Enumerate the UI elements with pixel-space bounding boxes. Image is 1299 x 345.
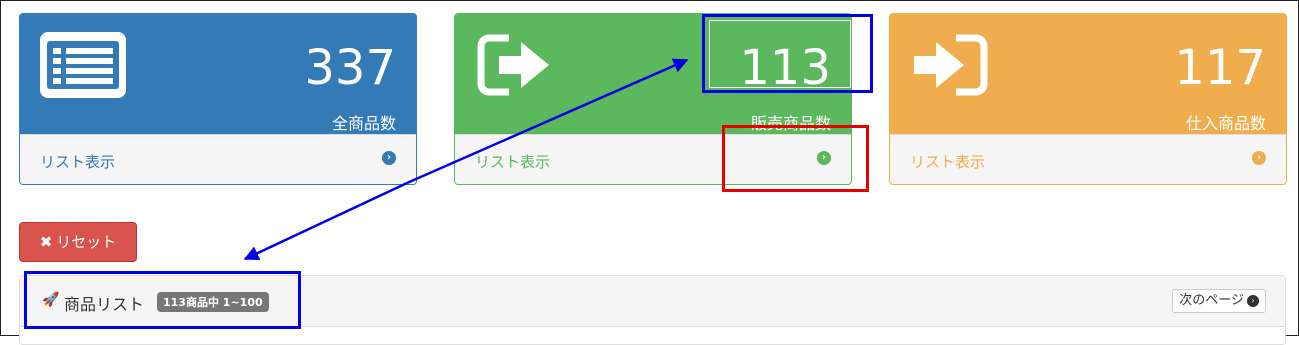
- arrow-to-count: [406, 58, 689, 185]
- arrow-to-list: [243, 181, 408, 261]
- annotation-arrows: [243, 58, 689, 261]
